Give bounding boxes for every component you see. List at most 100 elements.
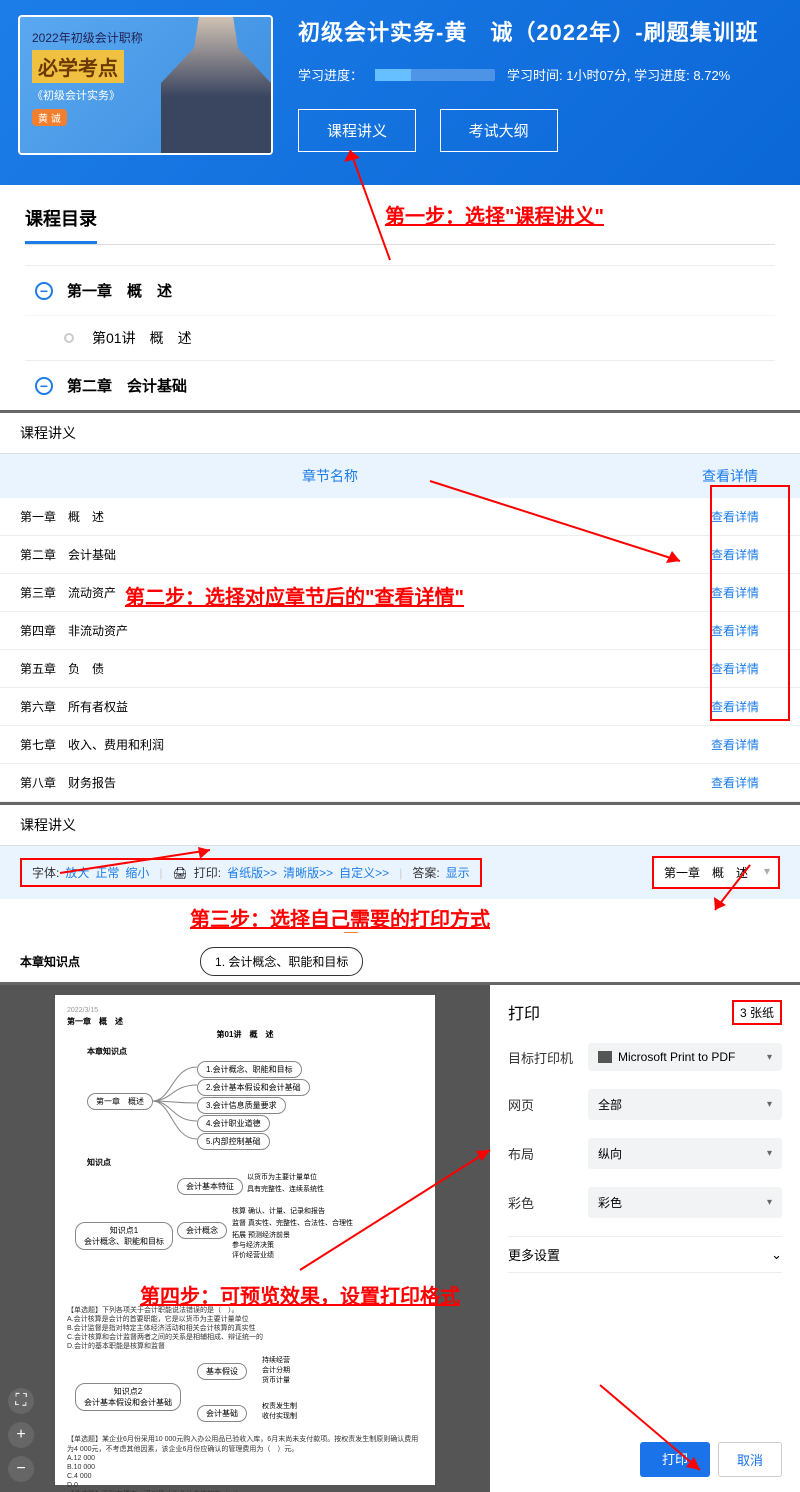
view-detail-link[interactable]: 查看详情 [690,508,780,525]
chapter-name: 第二章 会计基础 [67,375,187,396]
leaf: 货币计量 [262,1375,290,1385]
row-chapter-name: 第七章 收入、费用和利润 [20,736,690,753]
row-chapter-name: 第四章 非流动资产 [20,622,690,639]
print-label: 打印: [194,864,221,881]
preview-page: 2022/3/15 第一章 概 述 第01讲 概 述 本章知识点 第一章 概述 … [55,995,435,1485]
chapter-select[interactable]: 第一章 概 述 [652,856,780,889]
mind-node: 4.会计职业道德 [197,1115,270,1132]
mind-node: 第一章 概述 [87,1093,153,1110]
course-header: 2022年初级会计职称 必学考点 《初级会计实务》 黄 诚 初级会计实务-黄 诚… [0,0,800,185]
zoom-in-link[interactable]: 放大 [65,864,89,881]
collapse-icon[interactable]: − [35,282,53,300]
leaf: 以货币为主要计量单位 [247,1172,317,1182]
mind-node: 知识点1 会计概念、职能和目标 [75,1222,173,1250]
leaf: 参与经济决策 [232,1240,274,1250]
row-chapter-name: 第六章 所有者权益 [20,698,690,715]
table-row: 第五章 负 债查看详情 [0,650,800,688]
mind-node: 1.会计概念、职能和目标 [197,1061,302,1078]
mind-node: 会计基础 [197,1405,247,1422]
mind-node: 2.会计基本假设和会计基础 [197,1079,310,1096]
leaf: 核算 确认、计量、记录和报告 [232,1206,325,1216]
toolbar-section: 课程讲义 字体: 放大 正常 缩小 | 🖨 打印: 省纸版>> 清晰版>> 自定… [0,802,800,982]
directory-section: 课程目录 − 第一章 概 述 第01讲 概 述 − 第二章 会计基础 [0,185,800,410]
progress-label: 学习进度： [298,65,363,84]
leaf: 会计分期 [262,1365,290,1375]
table-row: 第二章 会计基础查看详情 [0,536,800,574]
lecture-row[interactable]: 第01讲 概 述 [25,315,775,360]
mind-node: 3.会计信息质量要求 [197,1097,286,1114]
more-settings[interactable]: 更多设置 [508,1236,782,1273]
leaf: 持续经营 [262,1355,290,1365]
page-lecture: 第01讲 概 述 [67,1029,423,1040]
page-kp: 本章知识点 [87,1046,423,1057]
row-chapter-name: 第八章 财务报告 [20,774,690,791]
printer-icon [598,1051,612,1063]
view-detail-link[interactable]: 查看详情 [690,698,780,715]
table-row: 第四章 非流动资产查看详情 [0,612,800,650]
view-detail-link[interactable]: 查看详情 [690,736,780,753]
print-preview: 2022/3/15 第一章 概 述 第01讲 概 述 本章知识点 第一章 概述 … [0,985,490,1492]
content-title: 第一章 概 述 [0,899,800,941]
page-chapter: 第一章 概 述 [67,1016,423,1027]
answer-label: 答案: [412,864,439,881]
col-chapter-name: 章节名称 [0,466,660,486]
hd-print-link[interactable]: 清晰版>> [283,864,333,881]
table-row: 第三章 流动资产查看详情 [0,574,800,612]
thumb-sub: 《初级会计实务》 [32,87,143,103]
layout-label: 布局 [508,1144,588,1163]
fullscreen-button[interactable]: ⛶ [8,1388,34,1414]
view-detail-link[interactable]: 查看详情 [690,546,780,563]
cancel-button[interactable]: 取消 [718,1442,782,1477]
view-detail-link[interactable]: 查看详情 [690,584,780,601]
dest-label: 目标打印机 [508,1048,588,1067]
kp-label: 本章知识点 [20,953,80,970]
directory-title: 课程目录 [25,205,97,244]
zoom-out-button[interactable]: − [8,1456,34,1482]
zoom-out-link[interactable]: 缩小 [125,864,149,881]
chapter-row[interactable]: − 第二章 会计基础 [25,360,775,410]
eco-print-link[interactable]: 省纸版>> [227,864,277,881]
view-detail-link[interactable]: 查看详情 [690,774,780,791]
view-detail-link[interactable]: 查看详情 [690,622,780,639]
mind-node: 基本假设 [197,1363,247,1380]
toolbar: 字体: 放大 正常 缩小 | 🖨 打印: 省纸版>> 清晰版>> 自定义>> |… [0,846,800,899]
printer-icon: 🖨 [173,866,188,880]
row-chapter-name: 第五章 负 债 [20,660,690,677]
layout-select[interactable]: 纵向 [588,1138,782,1169]
normal-link[interactable]: 正常 [95,864,119,881]
color-select[interactable]: 彩色 [588,1187,782,1218]
mind-node: 会计基本特征 [177,1178,243,1195]
sheet-count: 3 张纸 [732,1000,782,1025]
row-chapter-name: 第二章 会计基础 [20,546,690,563]
zoom-in-button[interactable]: + [8,1422,34,1448]
chapter-name: 第一章 概 述 [67,280,172,301]
table-row: 第八章 财务报告查看详情 [0,764,800,802]
leaf: 评价经营业绩 [232,1250,274,1260]
custom-print-link[interactable]: 自定义>> [339,864,389,881]
progress-bar [375,69,495,81]
col-view: 查看详情 [660,466,800,486]
chapter-row[interactable]: − 第一章 概 述 [25,265,775,315]
collapse-icon[interactable]: − [35,377,53,395]
leaf: 具有完整性、连续系统性 [247,1184,324,1194]
table-row: 第一章 概 述查看详情 [0,498,800,536]
progress-stats: 学习时间: 1小时07分, 学习进度: 8.72% [507,65,730,84]
outline-button[interactable]: 考试大纲 [440,109,558,152]
row-chapter-name: 第三章 流动资产 [20,584,690,601]
mind-node: 5.内部控制基础 [197,1133,270,1150]
table-row: 第七章 收入、费用和利润查看详情 [0,726,800,764]
row-chapter-name: 第一章 概 述 [20,508,690,525]
mind-node: 知识点2 会计基本假设和会计基础 [75,1383,181,1411]
leaf: 收付实现制 [262,1411,297,1421]
dest-select[interactable]: Microsoft Print to PDF [588,1043,782,1071]
print-button[interactable]: 打印 [640,1442,710,1477]
pages-select[interactable]: 全部 [588,1089,782,1120]
page-sub: 知识点 [87,1157,423,1168]
answer-show-link[interactable]: 显示 [446,864,470,881]
leaf: 权责发生制 [262,1401,297,1411]
leaf: 监督 真实性、完整性、合法性、合理性 [232,1218,353,1228]
notes-button[interactable]: 课程讲义 [298,109,416,152]
leaf: 拓展 预测经济前景 [232,1230,290,1240]
color-label: 彩色 [508,1193,588,1212]
view-detail-link[interactable]: 查看详情 [690,660,780,677]
